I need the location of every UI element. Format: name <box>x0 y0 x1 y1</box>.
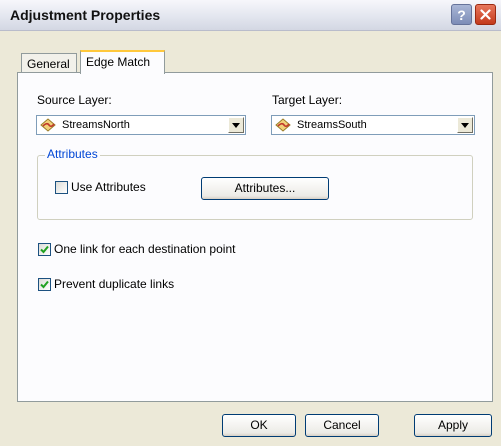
window-title: Adjustment Properties <box>10 7 161 23</box>
line-layer-icon <box>275 118 291 132</box>
tab-general-label: General <box>27 57 70 71</box>
tab-edge-match[interactable]: Edge Match <box>80 50 165 74</box>
target-layer-value: StreamsSouth <box>297 119 367 131</box>
checkmark-icon <box>40 280 49 289</box>
cancel-button-label: Cancel <box>323 418 361 432</box>
source-dropdown-button[interactable] <box>228 117 244 133</box>
source-layer-value: StreamsNorth <box>62 119 130 131</box>
apply-button-label: Apply <box>437 418 469 432</box>
target-layer-label: Target Layer: <box>272 93 343 107</box>
one-link-checkbox[interactable] <box>38 243 51 256</box>
apply-button[interactable]: Apply <box>414 414 492 437</box>
source-layer-select[interactable]: StreamsNorth <box>36 115 246 135</box>
target-layer-select[interactable]: StreamsSouth <box>271 115 475 135</box>
close-icon <box>480 9 491 20</box>
tab-edge-match-label: Edge Match <box>86 55 151 69</box>
title-bar[interactable]: Adjustment Properties ? <box>0 0 501 31</box>
prevent-duplicates-label[interactable]: Prevent duplicate links <box>54 277 174 291</box>
prevent-duplicates-checkbox[interactable] <box>38 278 51 291</box>
attributes-button[interactable]: Attributes... <box>201 177 329 200</box>
attributes-button-label: Attributes... <box>234 181 296 195</box>
attributes-group-legend: Attributes <box>45 147 100 161</box>
checkmark-icon <box>40 245 49 254</box>
target-dropdown-button[interactable] <box>457 117 473 133</box>
adjustment-properties-dialog: Adjustment Properties ? General Edge Mat… <box>0 0 501 446</box>
one-link-label[interactable]: One link for each destination point <box>54 242 235 256</box>
use-attributes-label[interactable]: Use Attributes <box>71 180 146 194</box>
ok-button-label: OK <box>250 418 268 432</box>
question-mark-icon: ? <box>457 6 466 23</box>
close-button[interactable] <box>475 4 496 25</box>
tab-general[interactable]: General <box>21 53 77 72</box>
chevron-down-icon <box>461 122 469 128</box>
help-button[interactable]: ? <box>451 4 472 25</box>
chevron-down-icon <box>232 122 240 128</box>
source-layer-label: Source Layer: <box>37 93 112 107</box>
cancel-button[interactable]: Cancel <box>305 414 379 437</box>
use-attributes-checkbox[interactable] <box>55 181 68 194</box>
ok-button[interactable]: OK <box>222 414 296 437</box>
line-layer-icon <box>40 118 56 132</box>
